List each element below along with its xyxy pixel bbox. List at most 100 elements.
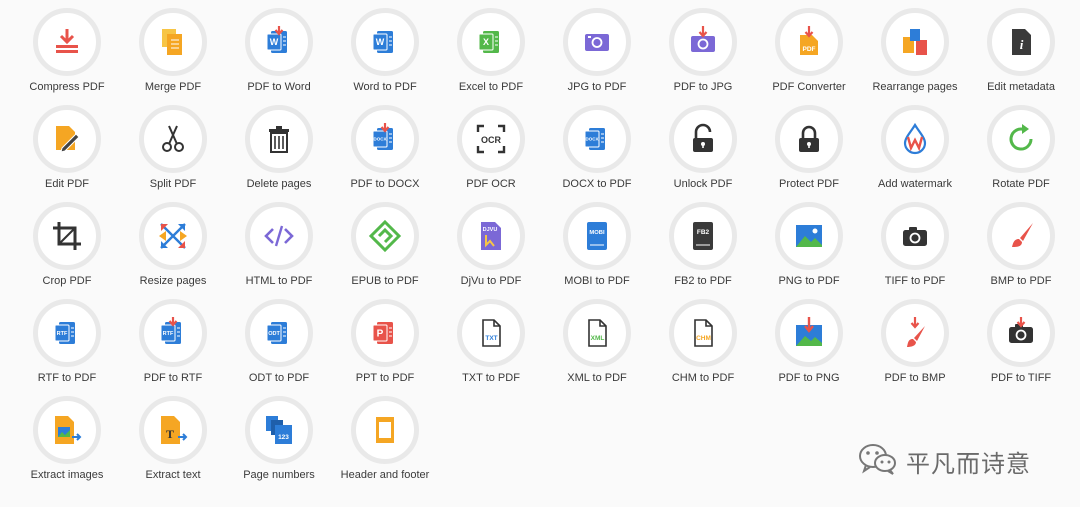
- tool-icon-circle[interactable]: [987, 299, 1055, 367]
- tool-compress-pdf[interactable]: Compress PDF: [14, 8, 120, 105]
- tool-extract-text[interactable]: T Extract text: [120, 396, 226, 493]
- tool-png-to-pdf[interactable]: PNG to PDF: [756, 202, 862, 299]
- tool-icon-circle[interactable]: [33, 8, 101, 76]
- tool-epub-to-pdf[interactable]: EPUB to PDF: [332, 202, 438, 299]
- tool-icon-circle[interactable]: W: [351, 8, 419, 76]
- tool-icon-circle[interactable]: CHM: [669, 299, 737, 367]
- tool-icon-circle[interactable]: [775, 299, 843, 367]
- tool-merge-pdf[interactable]: Merge PDF: [120, 8, 226, 105]
- excel-icon: X: [474, 25, 508, 59]
- tool-icon-circle[interactable]: X: [457, 8, 525, 76]
- tool-pdf-converter[interactable]: PDF PDF Converter: [756, 8, 862, 105]
- tool-rearrange-pages[interactable]: Rearrange pages: [862, 8, 968, 105]
- tool-add-watermark[interactable]: Add watermark: [862, 105, 968, 202]
- tool-icon-circle[interactable]: [351, 396, 419, 464]
- tool-icon-circle[interactable]: [775, 105, 843, 173]
- tool-pdf-ocr[interactable]: OCR PDF OCR: [438, 105, 544, 202]
- tool-icon-circle[interactable]: [669, 8, 737, 76]
- tool-split-pdf[interactable]: Split PDF: [120, 105, 226, 202]
- tool-icon-circle[interactable]: [881, 105, 949, 173]
- tool-txt-to-pdf[interactable]: TXT TXT to PDF: [438, 299, 544, 396]
- tool-icon-circle[interactable]: [351, 202, 419, 270]
- tool-fb2-to-pdf[interactable]: FB2 FB2 to PDF: [650, 202, 756, 299]
- tool-label: BMP to PDF: [990, 275, 1052, 287]
- tool-icon-circle[interactable]: RTF: [33, 299, 101, 367]
- tool-icon-circle[interactable]: [669, 105, 737, 173]
- tool-label: FB2 to PDF: [674, 275, 732, 287]
- tool-icon-circle[interactable]: [987, 105, 1055, 173]
- tool-ppt-to-pdf[interactable]: P PPT to PDF: [332, 299, 438, 396]
- tool-rotate-pdf[interactable]: Rotate PDF: [968, 105, 1074, 202]
- tool-resize-pages[interactable]: Resize pages: [120, 202, 226, 299]
- tool-html-to-pdf[interactable]: HTML to PDF: [226, 202, 332, 299]
- scissors-icon: [156, 122, 190, 156]
- tool-icon-circle[interactable]: DJVU: [457, 202, 525, 270]
- tool-icon-circle[interactable]: [33, 396, 101, 464]
- tool-crop-pdf[interactable]: Crop PDF: [14, 202, 120, 299]
- tool-icon-circle[interactable]: TXT: [457, 299, 525, 367]
- tool-bmp-to-pdf[interactable]: BMP to PDF: [968, 202, 1074, 299]
- tool-docx-to-pdf[interactable]: DOCX DOCX to PDF: [544, 105, 650, 202]
- tool-icon-circle[interactable]: XML: [563, 299, 631, 367]
- tool-icon-circle[interactable]: [139, 202, 207, 270]
- djvu-icon: DJVU: [474, 219, 508, 253]
- tool-icon-circle[interactable]: RTF: [139, 299, 207, 367]
- tool-icon-circle[interactable]: 123: [245, 396, 313, 464]
- tool-rtf-to-pdf[interactable]: RTF RTF to PDF: [14, 299, 120, 396]
- tool-pdf-to-word[interactable]: W PDF to Word: [226, 8, 332, 105]
- tool-pdf-to-tiff[interactable]: PDF to TIFF: [968, 299, 1074, 396]
- tool-icon-circle[interactable]: ODT: [245, 299, 313, 367]
- tool-word-to-pdf[interactable]: W Word to PDF: [332, 8, 438, 105]
- tool-extract-images[interactable]: Extract images: [14, 396, 120, 493]
- tool-chm-to-pdf[interactable]: CHM CHM to PDF: [650, 299, 756, 396]
- tool-delete-pages[interactable]: Delete pages: [226, 105, 332, 202]
- tool-pdf-to-bmp[interactable]: PDF to BMP: [862, 299, 968, 396]
- tool-protect-pdf[interactable]: Protect PDF: [756, 105, 862, 202]
- tool-tiff-to-pdf[interactable]: TIFF to PDF: [862, 202, 968, 299]
- tool-label: Merge PDF: [144, 81, 202, 93]
- tool-pdf-to-jpg[interactable]: PDF to JPG: [650, 8, 756, 105]
- tool-icon-circle[interactable]: P: [351, 299, 419, 367]
- tool-label: Delete pages: [246, 178, 312, 190]
- tool-djvu-to-pdf[interactable]: DJVU DjVu to PDF: [438, 202, 544, 299]
- tool-icon-circle[interactable]: DOCX: [351, 105, 419, 173]
- tool-jpg-to-pdf[interactable]: JPG to PDF: [544, 8, 650, 105]
- tool-icon-circle[interactable]: [563, 8, 631, 76]
- tool-icon-circle[interactable]: T: [139, 396, 207, 464]
- tool-icon-circle[interactable]: [245, 105, 313, 173]
- tool-icon-circle[interactable]: [139, 105, 207, 173]
- tool-icon-circle[interactable]: W: [245, 8, 313, 76]
- tool-odt-to-pdf[interactable]: ODT ODT to PDF: [226, 299, 332, 396]
- tool-icon-circle[interactable]: FB2: [669, 202, 737, 270]
- tool-pdf-to-png[interactable]: PDF to PNG: [756, 299, 862, 396]
- tool-icon-circle[interactable]: DOCX: [563, 105, 631, 173]
- tool-page-numbers[interactable]: 123 Page numbers: [226, 396, 332, 493]
- tool-icon-circle[interactable]: [881, 299, 949, 367]
- tool-icon-circle[interactable]: [245, 202, 313, 270]
- tool-icon-circle[interactable]: [987, 202, 1055, 270]
- tool-icon-circle[interactable]: [881, 8, 949, 76]
- tool-icon-circle[interactable]: [33, 202, 101, 270]
- tool-pdf-to-rtf[interactable]: RTF PDF to RTF: [120, 299, 226, 396]
- tool-icon-circle[interactable]: PDF: [775, 8, 843, 76]
- tool-edit-metadata[interactable]: i Edit metadata: [968, 8, 1074, 105]
- tool-icon-circle[interactable]: [33, 105, 101, 173]
- tool-label: JPG to PDF: [567, 81, 627, 93]
- tool-icon-circle[interactable]: [139, 8, 207, 76]
- tool-mobi-to-pdf[interactable]: MOBI MOBI to PDF: [544, 202, 650, 299]
- tool-icon-circle[interactable]: i: [987, 8, 1055, 76]
- tool-xml-to-pdf[interactable]: XML XML to PDF: [544, 299, 650, 396]
- tool-icon-circle[interactable]: OCR: [457, 105, 525, 173]
- tool-excel-to-pdf[interactable]: X Excel to PDF: [438, 8, 544, 105]
- svg-text:XML: XML: [591, 335, 605, 342]
- tool-pdf-to-docx[interactable]: DOCX PDF to DOCX: [332, 105, 438, 202]
- tools-grid: Compress PDF Merge PDF W PDF to Word W Word t…: [14, 8, 1074, 493]
- tool-header-and-footer[interactable]: Header and footer: [332, 396, 438, 493]
- tool-edit-pdf[interactable]: Edit PDF: [14, 105, 120, 202]
- odt-icon: ODT: [262, 316, 296, 350]
- tool-unlock-pdf[interactable]: Unlock PDF: [650, 105, 756, 202]
- tool-icon-circle[interactable]: [775, 202, 843, 270]
- tool-icon-circle[interactable]: [881, 202, 949, 270]
- tool-icon-circle[interactable]: MOBI: [563, 202, 631, 270]
- svg-text:OCR: OCR: [481, 135, 502, 145]
